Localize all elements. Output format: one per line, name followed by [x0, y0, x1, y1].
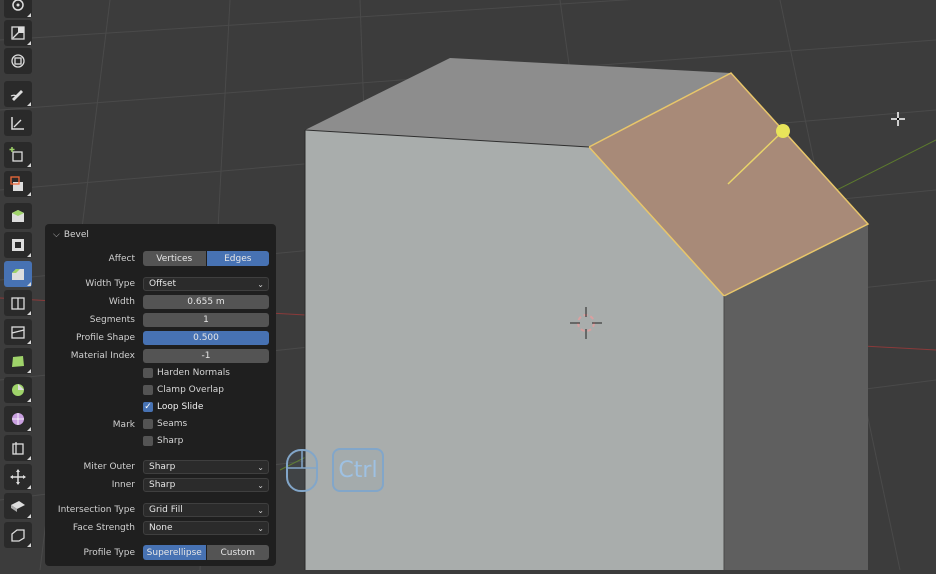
- seams-checkbox[interactable]: Seams: [143, 419, 187, 429]
- loop-cut-icon[interactable]: [4, 290, 32, 316]
- shear-icon[interactable]: [4, 493, 32, 519]
- loop-slide-label: Loop Slide: [157, 402, 204, 412]
- profile-custom-button[interactable]: Custom: [205, 545, 269, 560]
- miter-outer-value: Sharp: [149, 462, 176, 472]
- checkbox-box[interactable]: [143, 368, 153, 378]
- poly-build-icon[interactable]: [4, 348, 32, 374]
- transform-icon[interactable]: [4, 48, 32, 74]
- miter-outer-label: Miter Outer: [83, 462, 135, 472]
- measure-icon[interactable]: [4, 110, 32, 136]
- checkbox-box[interactable]: [143, 385, 153, 395]
- material-index-label: Material Index: [70, 351, 135, 361]
- tool-shelf: [4, 0, 34, 570]
- affect-vertices-button[interactable]: Vertices: [143, 251, 206, 266]
- profile-shape-label: Profile Shape: [75, 333, 135, 343]
- bevel-operator-panel: ⌵ Bevel Affect Vertices Edges Width Type…: [45, 224, 276, 566]
- chevron-down-icon: ⌄: [257, 280, 264, 289]
- panel-header[interactable]: ⌵ Bevel: [53, 230, 89, 240]
- profile-shape-slider[interactable]: 0.500: [143, 331, 269, 345]
- extrude-region-icon[interactable]: [4, 171, 32, 197]
- scale-icon[interactable]: [4, 20, 32, 46]
- chevron-down-icon[interactable]: ⌵: [53, 230, 60, 240]
- add-cube-icon[interactable]: [4, 142, 32, 168]
- inner-value: Sharp: [149, 480, 176, 490]
- profile-type-label: Profile Type: [83, 548, 135, 558]
- chevron-down-icon: ⌄: [257, 481, 264, 490]
- profile-superellipse-button[interactable]: Superellipse: [143, 545, 206, 560]
- harden-normals-checkbox[interactable]: Harden Normals: [143, 368, 230, 378]
- spin-icon[interactable]: [4, 377, 32, 403]
- rip-region-icon[interactable]: [4, 522, 32, 548]
- loop-slide-checkbox[interactable]: ✓ Loop Slide: [143, 402, 203, 412]
- ctrl-key-indicator: Ctrl: [332, 448, 384, 492]
- chevron-down-icon: ⌄: [257, 463, 264, 472]
- clamp-overlap-checkbox[interactable]: Clamp Overlap: [143, 385, 224, 395]
- affect-edges-button[interactable]: Edges: [205, 251, 269, 266]
- width-type-dropdown[interactable]: Offset ⌄: [143, 277, 269, 291]
- intersection-type-label: Intersection Type: [57, 505, 135, 515]
- smooth-icon[interactable]: [4, 406, 32, 432]
- face-strength-label: Face Strength: [72, 523, 135, 533]
- seams-label: Seams: [157, 419, 188, 429]
- miter-outer-dropdown[interactable]: Sharp ⌄: [143, 460, 269, 474]
- width-type-value: Offset: [149, 279, 177, 289]
- width-label: Width: [108, 297, 135, 307]
- annotate-icon[interactable]: [4, 81, 32, 107]
- edge-slide-icon[interactable]: [4, 435, 32, 461]
- width-field[interactable]: 0.655 m: [143, 295, 269, 309]
- intersection-type-value: Grid Fill: [149, 505, 183, 515]
- bevel-icon[interactable]: [4, 261, 32, 287]
- width-type-label: Width Type: [85, 279, 135, 289]
- bevel-gizmo-handle[interactable]: [776, 124, 790, 138]
- inner-dropdown[interactable]: Sharp ⌄: [143, 478, 269, 492]
- extrude-manifold-icon[interactable]: [4, 203, 32, 229]
- intersection-type-dropdown[interactable]: Grid Fill ⌄: [143, 503, 269, 517]
- chevron-down-icon: ⌄: [257, 524, 264, 533]
- face-strength-dropdown[interactable]: None ⌄: [143, 521, 269, 535]
- chevron-down-icon: ⌄: [257, 506, 264, 515]
- sharp-label: Sharp: [157, 436, 184, 446]
- face-strength-value: None: [149, 523, 173, 533]
- shrink-fatten-icon[interactable]: [4, 464, 32, 490]
- clamp-overlap-label: Clamp Overlap: [157, 385, 225, 395]
- inset-faces-icon[interactable]: [4, 232, 32, 258]
- mark-label: Mark: [112, 420, 135, 430]
- affect-toggle: Vertices Edges: [143, 251, 269, 266]
- rotate-icon[interactable]: [4, 0, 32, 18]
- checkmark-icon[interactable]: ✓: [143, 402, 153, 412]
- checkbox-box[interactable]: [143, 419, 153, 429]
- harden-normals-label: Harden Normals: [157, 368, 230, 378]
- mouse-icon: [286, 449, 318, 492]
- profile-type-toggle: Superellipse Custom: [143, 545, 269, 560]
- material-index-field[interactable]: -1: [143, 349, 269, 363]
- panel-title: Bevel: [63, 230, 89, 240]
- sharp-checkbox[interactable]: Sharp: [143, 436, 183, 446]
- segments-field[interactable]: 1: [143, 313, 269, 327]
- inner-label: Inner: [111, 480, 135, 490]
- knife-icon[interactable]: [4, 319, 32, 345]
- segments-label: Segments: [89, 315, 135, 325]
- affect-label: Affect: [108, 254, 135, 264]
- checkbox-box[interactable]: [143, 436, 153, 446]
